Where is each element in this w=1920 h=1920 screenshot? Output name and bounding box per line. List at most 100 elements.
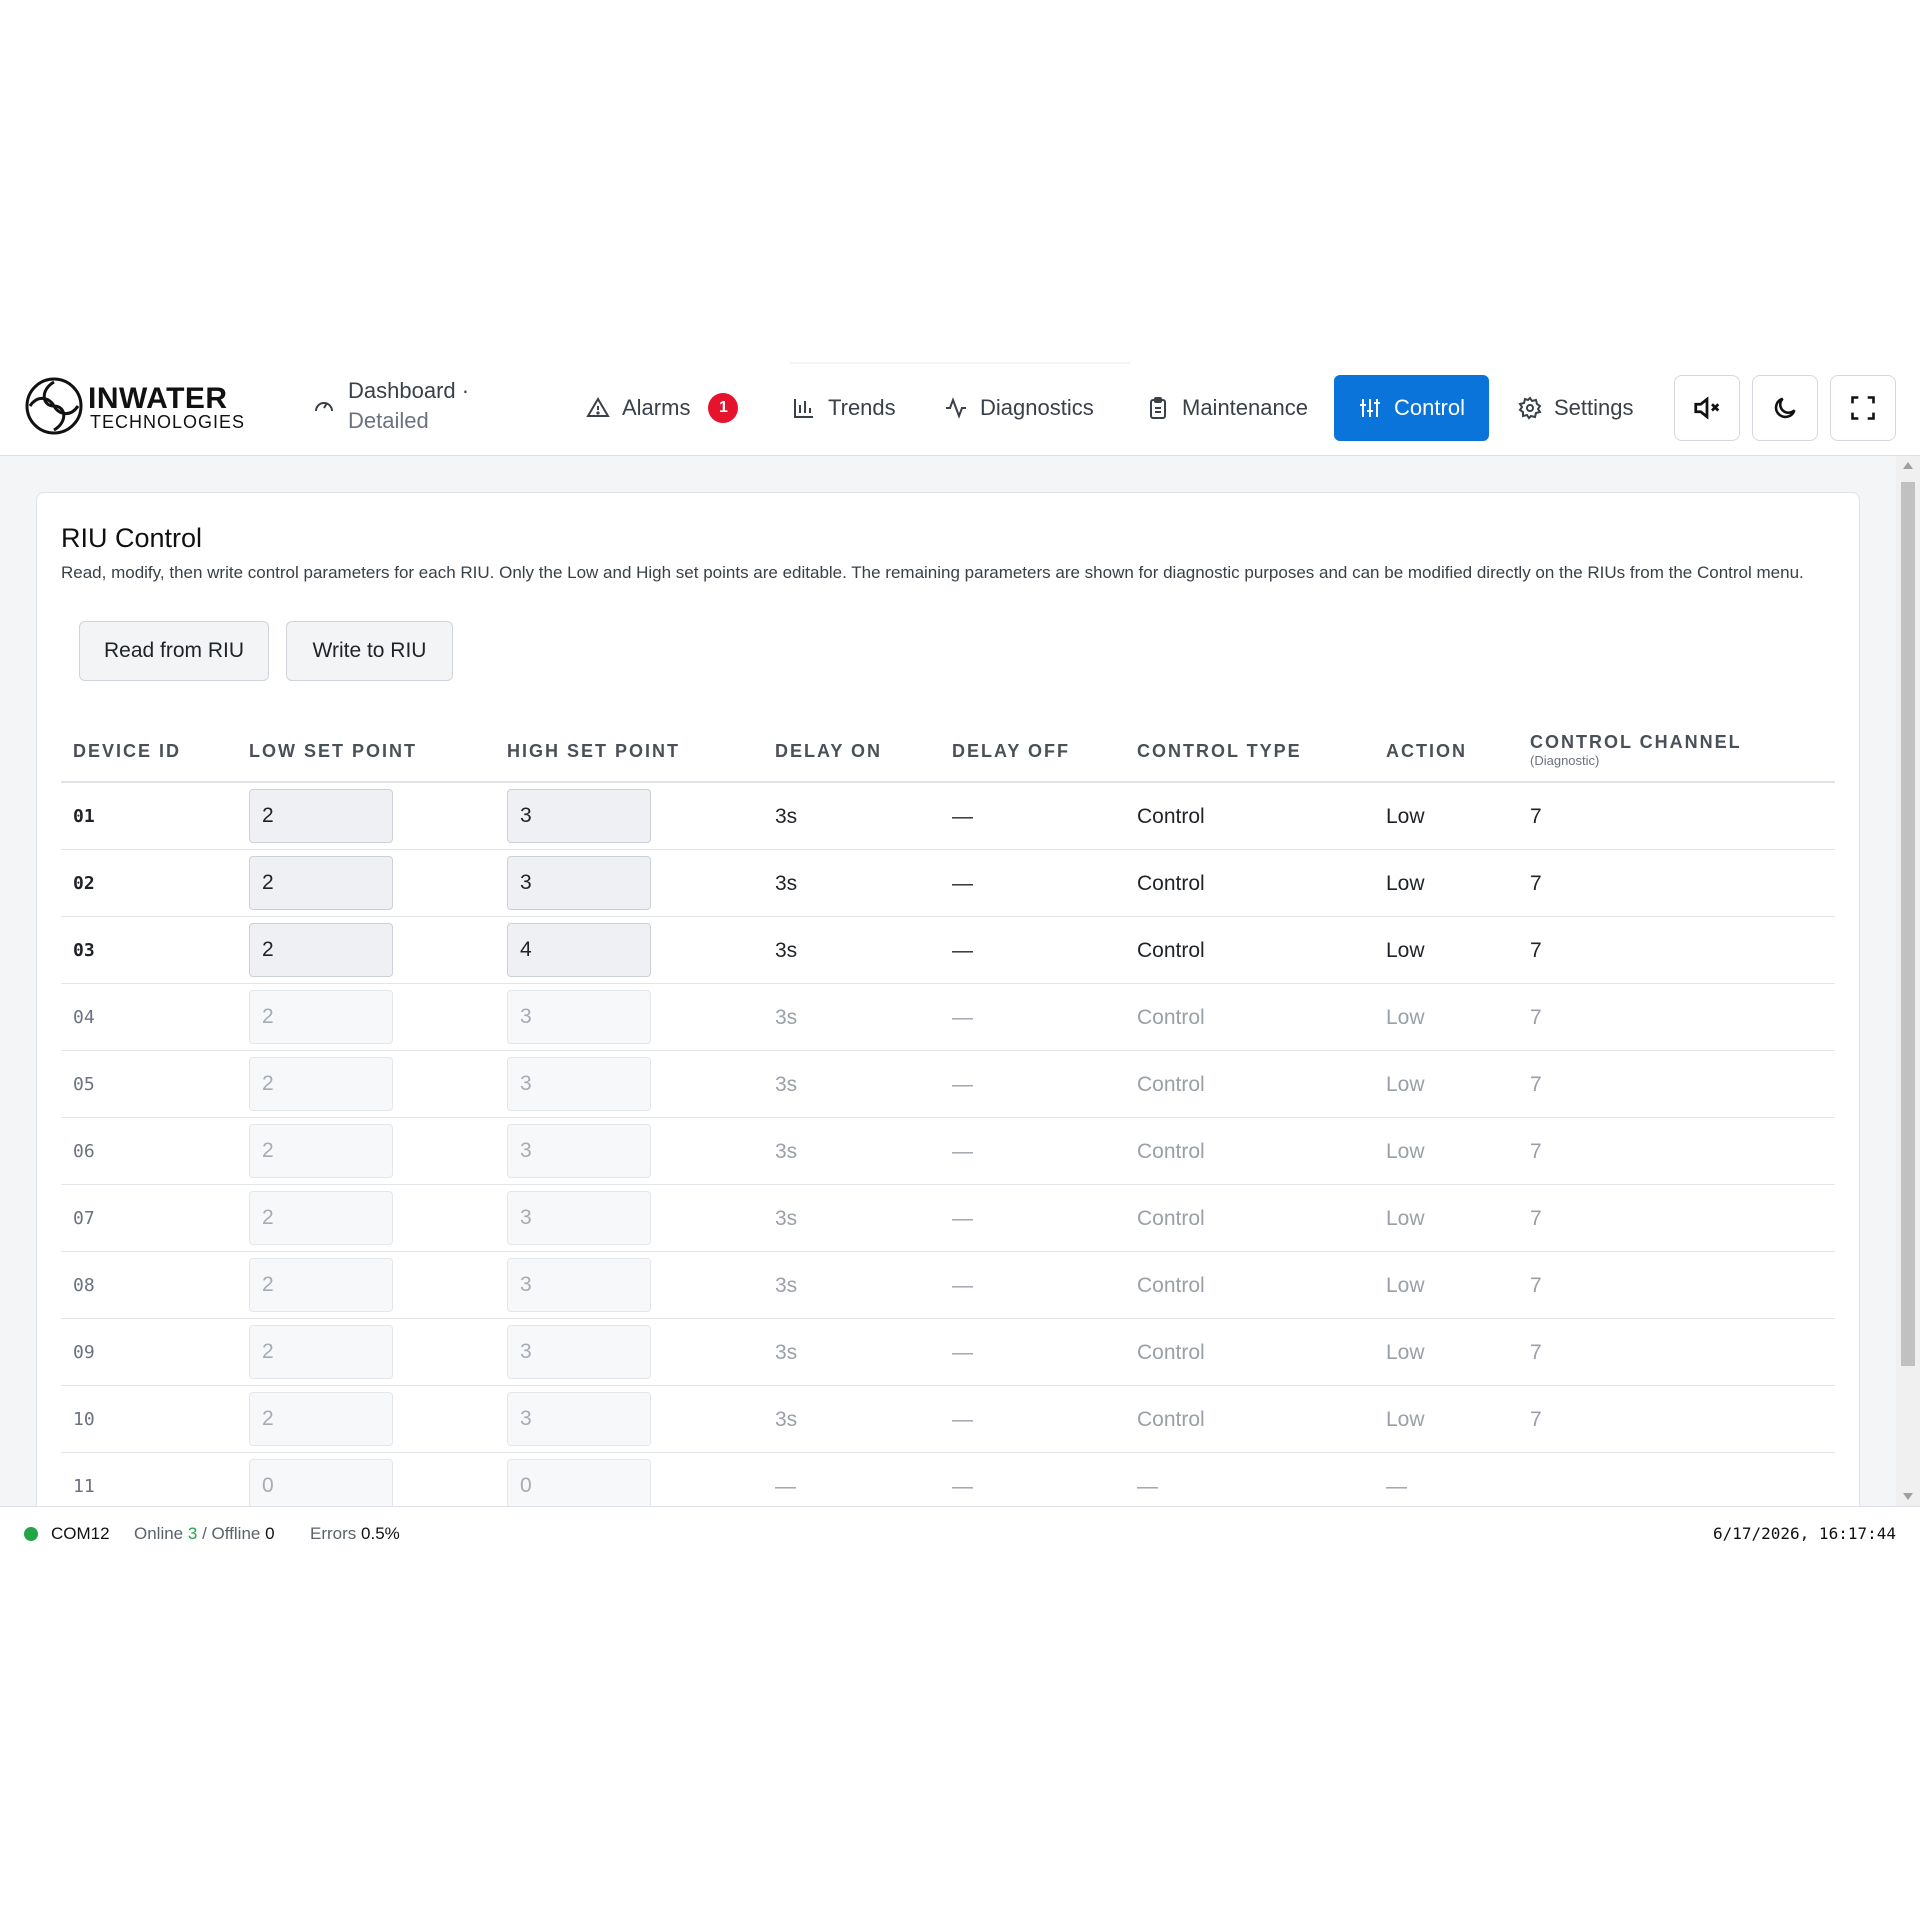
high-set-point-input: 3: [507, 1258, 651, 1312]
scroll-down-arrow-icon[interactable]: [1903, 1493, 1913, 1500]
action-cell: Low: [1386, 1006, 1425, 1029]
offline-count: 0: [265, 1524, 275, 1543]
nav-control[interactable]: Control: [1334, 375, 1489, 441]
high-set-point-input: 3: [507, 1057, 651, 1111]
panel-description: Read, modify, then write control paramet…: [61, 563, 1804, 582]
read-from-riu-button[interactable]: Read from RIU: [79, 621, 269, 681]
nav-maintenance-label: Maintenance: [1182, 395, 1308, 420]
control-type-cell: Control: [1137, 1341, 1205, 1364]
control-type-cell: Control: [1137, 939, 1205, 962]
main-scrollbar[interactable]: [1896, 456, 1920, 1506]
scroll-thumb[interactable]: [1901, 482, 1915, 1366]
low-set-point-input: 2: [249, 990, 393, 1044]
nav-alarms[interactable]: Alarms 1: [586, 376, 739, 440]
delay-off-cell: —: [952, 1408, 973, 1431]
control-channel-cell: 7: [1530, 939, 1542, 962]
col-device-id: DEVICE ID: [73, 741, 182, 761]
nav-diagnostics[interactable]: Diagnostics: [944, 376, 1094, 440]
warning-triangle-icon: [586, 397, 610, 417]
delay-on-cell: 3s: [775, 1073, 798, 1096]
delay-off-cell: —: [952, 1274, 973, 1297]
control-channel-cell: 7: [1530, 872, 1542, 895]
status-timestamp: 6/17/2026, 16:17:44: [1712, 1524, 1896, 1543]
low-set-point-input: 2: [249, 1057, 393, 1111]
delay-on-cell: —: [775, 1475, 796, 1498]
col-low-set-point: LOW SET POINT: [249, 741, 417, 761]
low-set-point-input: 2: [249, 1124, 393, 1178]
low-set-point-input: 2: [249, 1325, 393, 1379]
control-channel-cell: 7: [1530, 1341, 1542, 1364]
delay-off-cell: —: [952, 1207, 973, 1230]
riu-control-panel: RIU Control Read, modify, then write con…: [36, 492, 1860, 1506]
control-type-cell: Control: [1137, 1006, 1205, 1029]
brand-subtitle: TECHNOLOGIES: [90, 412, 246, 432]
nav-trends-label: Trends: [828, 395, 896, 420]
table-row: 10 2 3 3s — Control Low 7: [61, 1386, 1835, 1453]
device-id-cell: 05: [73, 1074, 95, 1095]
online-label: Online: [134, 1524, 184, 1543]
device-id-cell: 11: [73, 1476, 95, 1497]
low-set-point-input[interactable]: 2: [249, 856, 393, 910]
bar-chart-icon: [794, 399, 813, 418]
nav-maintenance[interactable]: Maintenance: [1146, 376, 1308, 440]
low-set-point-input: 2: [249, 1191, 393, 1245]
online-count: 3: [187, 1524, 198, 1543]
col-control-channel-sub: (Diagnostic): [1530, 753, 1600, 768]
high-set-point-input: 3: [507, 1392, 651, 1446]
theme-toggle-button[interactable]: [1752, 375, 1818, 441]
high-set-point-input[interactable]: 3: [507, 856, 651, 910]
table-row: 09 2 3 3s — Control Low 7: [61, 1319, 1835, 1386]
delay-off-cell: —: [952, 1006, 973, 1029]
action-cell: Low: [1386, 1207, 1425, 1230]
sliders-icon: [1360, 399, 1381, 417]
action-cell: Low: [1386, 872, 1425, 895]
speaker-muted-icon: [1694, 396, 1720, 420]
nav-dashboard-sub: Detailed: [348, 408, 429, 433]
device-id-cell: 02: [73, 873, 95, 894]
write-to-riu-button[interactable]: Write to RIU: [286, 621, 453, 681]
table-row: 04 2 3 3s — Control Low 7: [61, 984, 1835, 1051]
nav-trends[interactable]: Trends: [792, 376, 896, 440]
device-id-cell: 09: [73, 1342, 95, 1363]
delay-off-cell: —: [952, 939, 973, 962]
brand-logo[interactable]: INWATER TECHNOLOGIES: [24, 376, 254, 440]
control-channel-cell: 7: [1530, 1408, 1542, 1431]
col-control-type: CONTROL TYPE: [1137, 741, 1302, 761]
col-control-channel-label: CONTROL CHANNEL: [1530, 732, 1742, 752]
low-set-point-input[interactable]: 2: [249, 789, 393, 843]
high-set-point-input[interactable]: 4: [507, 923, 651, 977]
nav-settings[interactable]: Settings: [1518, 376, 1634, 440]
activity-icon: [946, 397, 966, 419]
table-row: 02 2 3 3s — Control Low 7: [61, 850, 1835, 917]
nav-diagnostics-label: Diagnostics: [980, 395, 1094, 420]
gear-icon: [1518, 396, 1542, 420]
device-id-cell: 03: [73, 940, 95, 961]
control-channel-cell: 7: [1530, 1073, 1542, 1096]
control-type-cell: Control: [1137, 805, 1205, 828]
device-id-cell: 08: [73, 1275, 95, 1296]
delay-on-cell: 3s: [775, 805, 798, 828]
high-set-point-input: 3: [507, 1325, 651, 1379]
riu-control-table: DEVICE ID LOW SET POINT HIGH SET POINT D…: [61, 719, 1835, 1506]
delay-off-cell: —: [952, 1140, 973, 1163]
nav-dashboard[interactable]: Dashboard · Detailed: [312, 374, 482, 438]
col-action: ACTION: [1386, 741, 1467, 761]
fullscreen-button[interactable]: [1830, 375, 1896, 441]
delay-on-cell: 3s: [775, 1207, 798, 1230]
errors-label: Errors: [310, 1524, 357, 1543]
nav-control-label: Control: [1394, 395, 1465, 420]
low-set-point-input[interactable]: 2: [249, 923, 393, 977]
control-type-cell: —: [1137, 1475, 1158, 1498]
low-set-point-input: 2: [249, 1258, 393, 1312]
col-high-set-point: HIGH SET POINT: [507, 741, 681, 761]
control-channel-cell: 7: [1530, 1140, 1542, 1163]
table-row: 06 2 3 3s — Control Low 7: [61, 1118, 1835, 1185]
control-channel-cell: 7: [1530, 1274, 1542, 1297]
low-set-point-input: 0: [249, 1459, 393, 1506]
table-row: 11 0 0 — — — —: [61, 1453, 1835, 1506]
table-row: 07 2 3 3s — Control Low 7: [61, 1185, 1835, 1252]
mute-button[interactable]: [1674, 375, 1740, 441]
delay-on-cell: 3s: [775, 1408, 798, 1431]
high-set-point-input[interactable]: 3: [507, 789, 651, 843]
scroll-up-arrow-icon[interactable]: [1903, 462, 1913, 469]
